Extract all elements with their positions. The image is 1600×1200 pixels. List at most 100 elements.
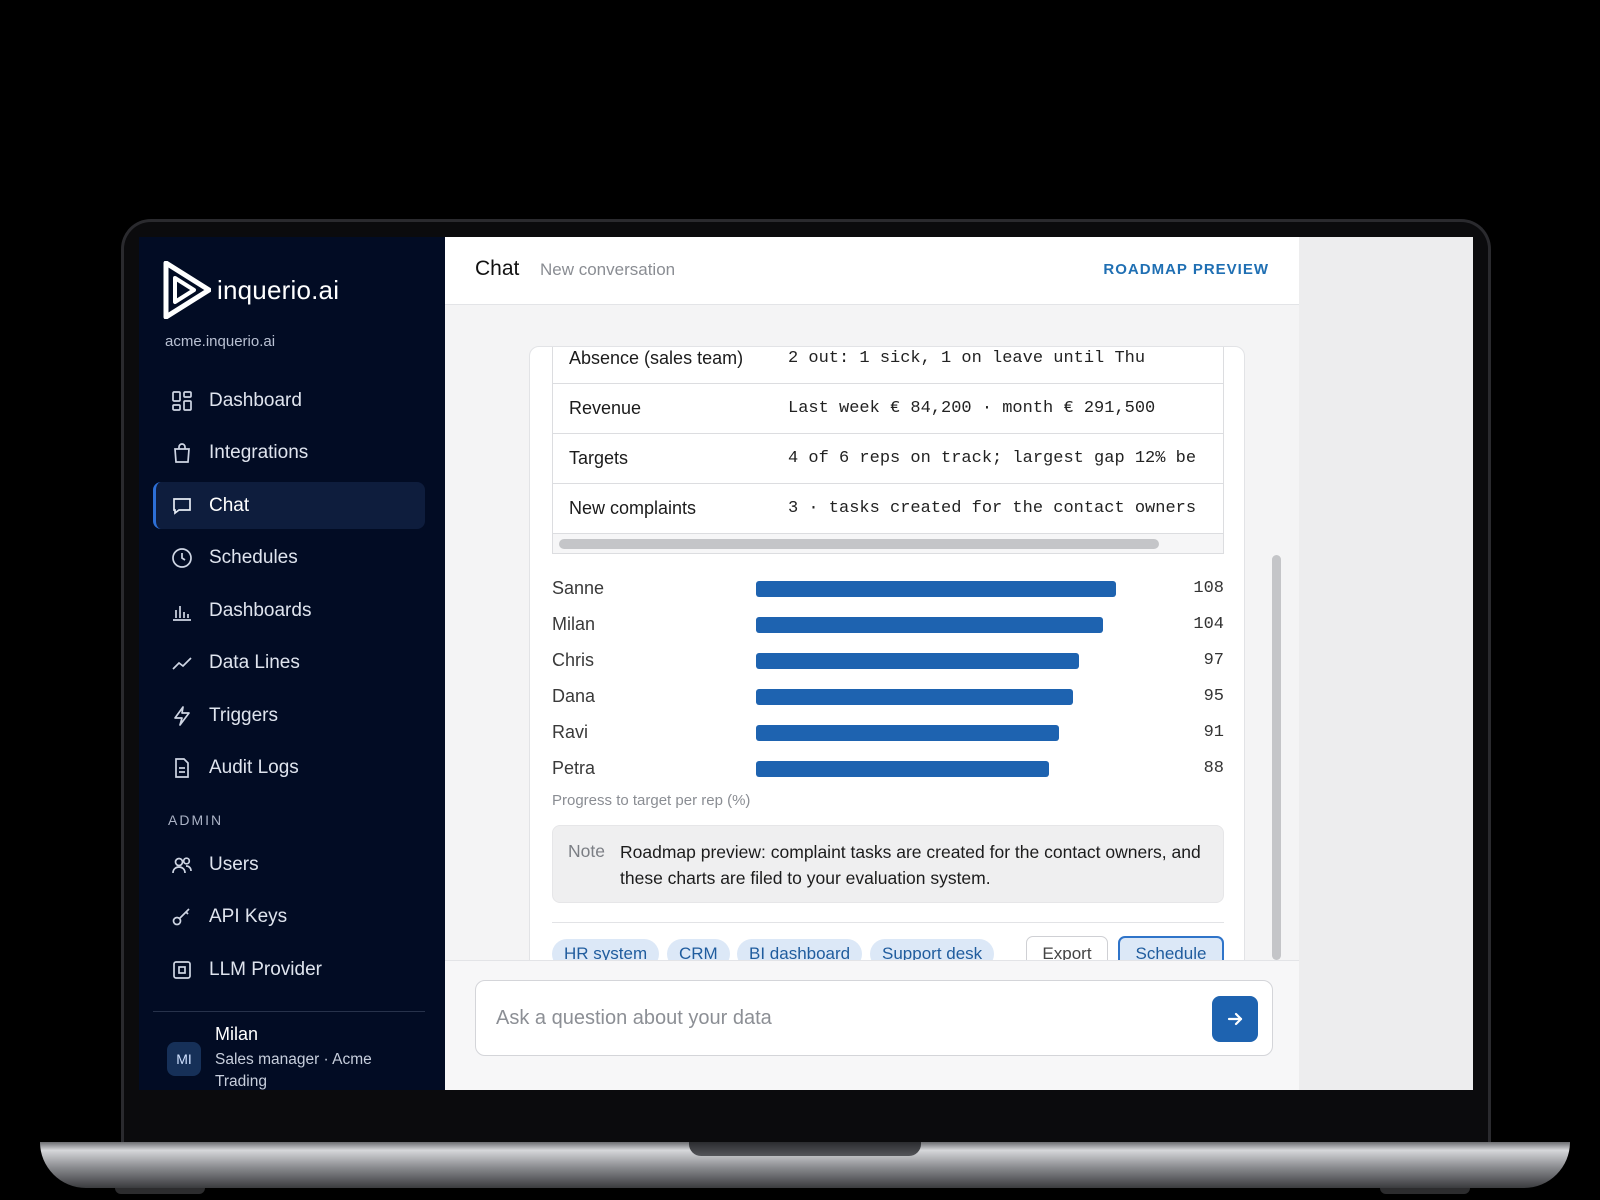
export-button[interactable]: Export xyxy=(1026,936,1108,960)
bar-value-label: 88 xyxy=(1203,759,1224,778)
main-nav: Dashboard Integrations Chat Schedules Da… xyxy=(153,377,425,797)
sidebar-item-label: LLM Provider xyxy=(209,958,322,980)
user-role: Sales manager · Acme Trading xyxy=(215,1051,372,1090)
sidebar-item-label: Data Lines xyxy=(209,652,300,673)
conversation-scrollbar[interactable] xyxy=(1269,307,1283,960)
shopping-bag-icon xyxy=(171,442,193,464)
bar xyxy=(756,581,1116,597)
bar-label: Petra xyxy=(552,758,596,778)
user-name: Milan xyxy=(215,1024,259,1044)
sidebar-item-label: API Keys xyxy=(209,906,288,927)
sidebar-item-dashboard[interactable]: Dashboard xyxy=(153,377,425,424)
chip-crm[interactable]: CRM xyxy=(667,939,730,960)
sidebar-item-api-keys[interactable]: API Keys xyxy=(153,894,425,941)
sidebar-item-triggers[interactable]: Triggers xyxy=(153,692,425,739)
note-text: Roadmap preview: complaint tasks are cre… xyxy=(620,842,1201,888)
sidebar-item-chat[interactable]: Chat xyxy=(153,482,425,529)
bar-track xyxy=(756,761,1156,777)
brand-logo[interactable]: inquerio.ai xyxy=(163,261,339,319)
scrollbar-thumb[interactable] xyxy=(559,539,1159,549)
table-value: 3 · tasks created for the contact owners xyxy=(788,499,1197,518)
table-value: Last week € 84,200 · month € 291,500 xyxy=(788,399,1156,418)
bar-row: Petra 88 xyxy=(552,751,1224,787)
grid-icon xyxy=(171,390,193,412)
sidebar-item-label: Schedules xyxy=(209,547,298,568)
sidebar-item-data-lines[interactable]: Data Lines xyxy=(153,640,425,687)
sidebar-item-dashboards[interactable]: Dashboards xyxy=(153,587,425,634)
chip-bi-dashboard[interactable]: BI dashboard xyxy=(737,939,863,960)
table-horizontal-scrollbar[interactable] xyxy=(553,533,1223,553)
bar-value-label: 104 xyxy=(1193,615,1224,634)
bar-row: Chris 97 xyxy=(552,643,1224,679)
sidebar-item-label: Users xyxy=(209,853,259,875)
note-callout: Note Roadmap preview: complaint tasks ar… xyxy=(552,825,1224,903)
destination-actions: HR system CRM BI dashboard Support desk … xyxy=(552,936,1224,960)
chip-hr-system[interactable]: HR system xyxy=(552,939,660,960)
scrollbar-thumb[interactable] xyxy=(1272,555,1281,960)
table-row: Targets 4 of 6 reps on track; largest ga… xyxy=(553,433,1223,483)
roadmap-preview-badge: ROADMAP PREVIEW xyxy=(1103,261,1269,278)
top-bar: Chat New conversation ROADMAP PREVIEW xyxy=(445,237,1299,305)
sidebar-item-users[interactable]: Users xyxy=(153,841,425,888)
sidebar-item-schedules[interactable]: Schedules xyxy=(153,535,425,582)
sidebar: inquerio.ai acme.inquerio.ai Dashboard I… xyxy=(139,237,445,1090)
table-key: Revenue xyxy=(569,398,642,418)
bar-track xyxy=(756,653,1156,669)
question-input[interactable] xyxy=(496,1001,1176,1035)
lightning-icon xyxy=(171,705,193,727)
bar xyxy=(756,689,1073,705)
clock-icon xyxy=(171,547,193,569)
bar-chart-icon xyxy=(171,600,193,622)
sidebar-item-label: Triggers xyxy=(209,704,278,726)
brand-name: inquerio.ai xyxy=(217,274,340,305)
conversation-scroll-area[interactable]: Absence (sales team) 2 out: 1 sick, 1 on… xyxy=(445,306,1299,960)
chat-main: Chat New conversation ROADMAP PREVIEW Ab… xyxy=(445,237,1299,1090)
table-row: Revenue Last week € 84,200 · month € 291… xyxy=(553,383,1223,433)
sidebar-item-llm-provider[interactable]: LLM Provider xyxy=(153,946,425,993)
bar xyxy=(756,725,1059,741)
right-empty-panel xyxy=(1299,237,1473,1090)
chip-icon xyxy=(171,959,193,981)
bar-value-label: 95 xyxy=(1203,687,1224,706)
chip-support-desk[interactable]: Support desk xyxy=(870,939,995,960)
admin-nav: Users API Keys LLM Provider xyxy=(153,841,425,999)
avatar: MI xyxy=(167,1042,201,1076)
sidebar-item-audit-logs[interactable]: Audit Logs xyxy=(153,745,425,792)
bar-value-label: 97 xyxy=(1203,651,1224,670)
bar-value-label: 108 xyxy=(1193,579,1224,598)
table-row: New complaints 3 · tasks created for the… xyxy=(553,483,1223,533)
card-divider xyxy=(552,922,1224,923)
summary-table: Absence (sales team) 2 out: 1 sick, 1 on… xyxy=(552,347,1224,554)
trend-line-icon xyxy=(171,652,193,674)
bar-row: Dana 95 xyxy=(552,679,1224,715)
table-key: New complaints xyxy=(569,498,697,518)
bar-row: Sanne 108 xyxy=(552,571,1224,607)
bar-track xyxy=(756,689,1156,705)
admin-section-label: ADMIN xyxy=(168,812,224,828)
composer-area xyxy=(445,960,1299,1090)
page-title: Chat xyxy=(475,257,520,280)
chat-bubble-icon xyxy=(171,495,193,517)
bar-value-label: 91 xyxy=(1203,723,1224,742)
composer xyxy=(475,980,1273,1056)
bar-track xyxy=(756,725,1156,741)
laptop-foot-left xyxy=(115,1188,205,1194)
document-icon xyxy=(171,757,193,779)
send-button[interactable] xyxy=(1212,996,1258,1042)
schedule-button[interactable]: Schedule xyxy=(1118,936,1224,960)
users-icon xyxy=(171,854,193,876)
arrow-right-icon xyxy=(1227,1012,1243,1026)
workspace-domain: acme.inquerio.ai xyxy=(165,333,276,350)
sidebar-item-label: Integrations xyxy=(209,442,309,463)
sidebar-item-label: Dashboard xyxy=(209,389,302,411)
bar xyxy=(756,617,1103,633)
key-icon xyxy=(171,906,193,928)
bar-label: Milan xyxy=(552,614,596,634)
sidebar-item-integrations[interactable]: Integrations xyxy=(153,430,425,477)
bar xyxy=(756,653,1079,669)
table-value: 2 out: 1 sick, 1 on leave until Thu xyxy=(788,349,1146,368)
assistant-response-card: Absence (sales team) 2 out: 1 sick, 1 on… xyxy=(529,346,1245,960)
conversation-title: New conversation xyxy=(540,260,676,279)
chart-caption: Progress to target per rep (%) xyxy=(552,792,751,809)
sidebar-item-label: Audit Logs xyxy=(209,757,299,778)
